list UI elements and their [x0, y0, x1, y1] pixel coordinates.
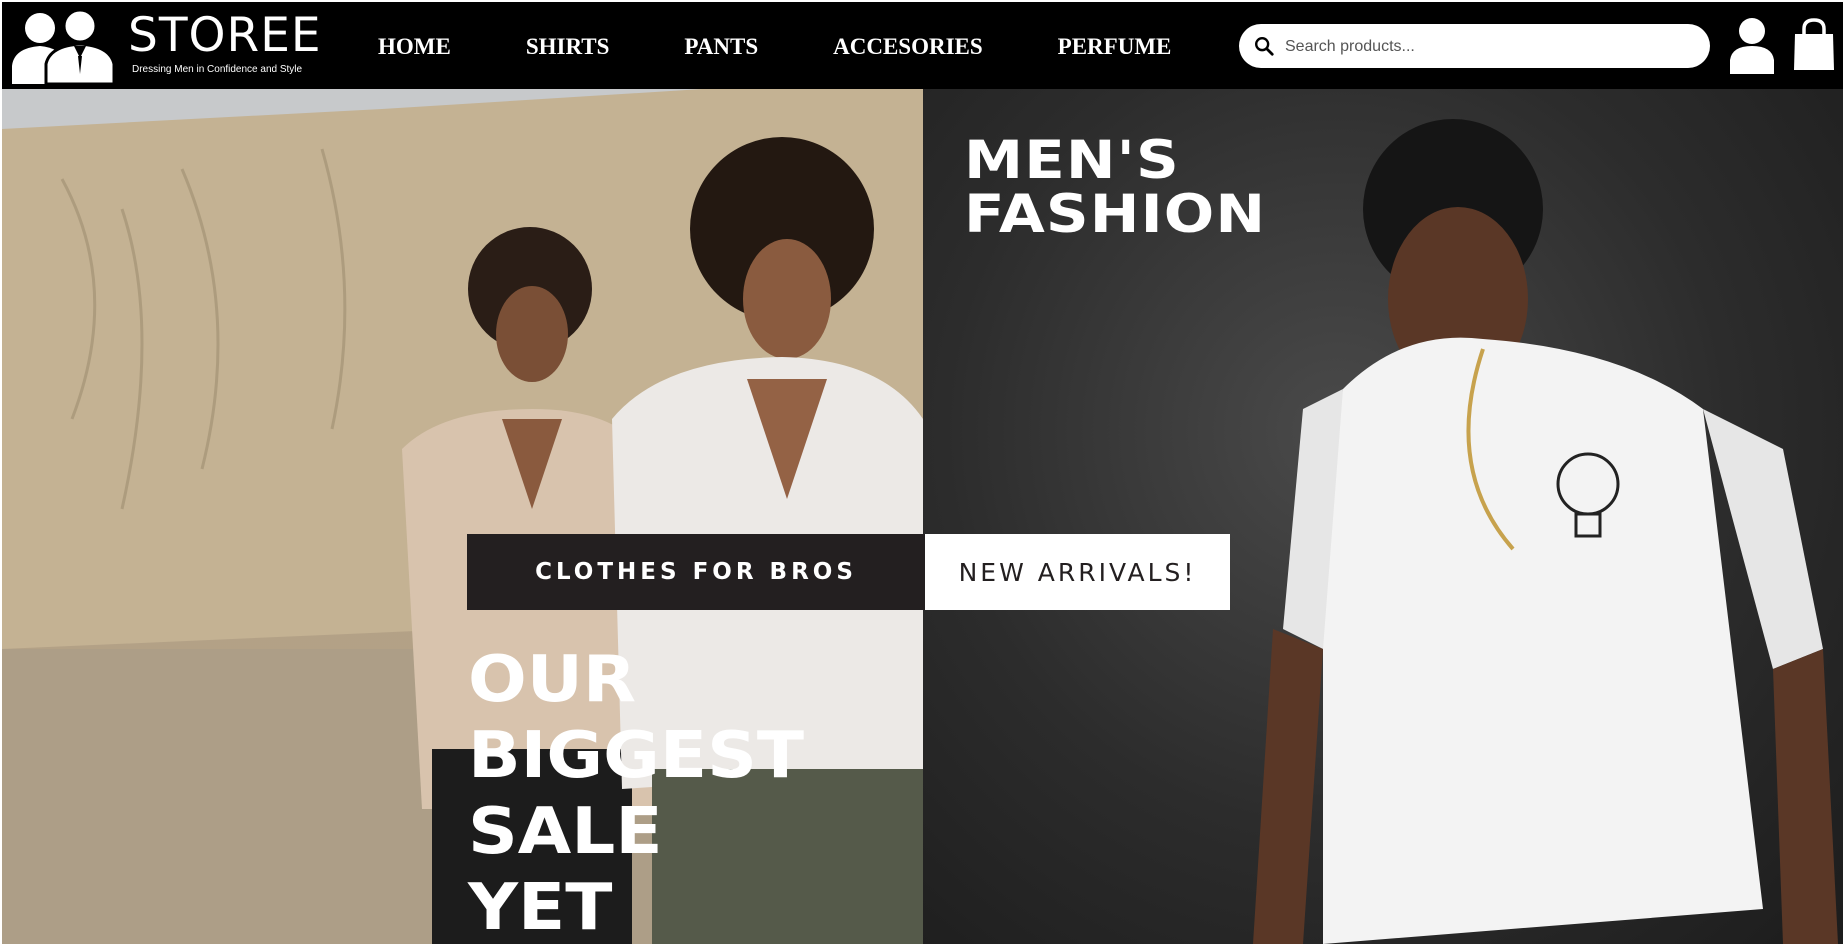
new-arrivals-button[interactable]: NEW ARRIVALS! — [925, 534, 1230, 610]
nav-item-pants[interactable]: PANTS — [684, 32, 758, 62]
hero-headline-line-2: FASHION — [964, 184, 1267, 245]
brand-name: STOREE — [128, 8, 322, 63]
page-frame: STOREE Dressing Men in Confidence and St… — [2, 2, 1843, 944]
brand-logo[interactable]: STOREE Dressing Men in Confidence and St… — [10, 8, 321, 84]
hero-banner: MEN'S FASHION CLOTHES FOR BROS NEW ARRIV… — [2, 89, 1843, 944]
nav-item-home[interactable]: HOME — [378, 32, 451, 62]
shopping-bag-icon[interactable] — [1792, 18, 1836, 72]
search-icon[interactable] — [1253, 35, 1275, 57]
brand-tagline: Dressing Men in Confidence and Style — [132, 64, 303, 75]
search-input[interactable] — [1283, 31, 1697, 63]
hero-headline: MEN'S FASHION — [964, 134, 1266, 242]
site-header: STOREE Dressing Men in Confidence and St… — [2, 2, 1843, 89]
main-nav: HOME SHIRTS PANTS ACCESORIES PERFUME — [378, 32, 1171, 62]
user-icon[interactable] — [1728, 16, 1776, 74]
clothes-for-bros-badge: CLOTHES FOR BROS — [467, 534, 925, 610]
sale-line-1: OUR — [468, 643, 637, 717]
nav-item-perfume[interactable]: PERFUME — [1058, 32, 1172, 62]
hero-headline-line-1: MEN'S — [964, 130, 1180, 191]
search-bar — [1239, 24, 1710, 68]
sale-line-3: SALE — [468, 795, 663, 869]
two-men-silhouette-icon — [12, 8, 116, 84]
sale-line-2: BIGGEST — [468, 719, 805, 793]
sale-heading: OUR BIGGEST SALE YET — [468, 642, 804, 944]
sale-line-4: YET — [468, 871, 613, 944]
nav-item-shirts[interactable]: SHIRTS — [526, 32, 610, 62]
nav-item-accesories[interactable]: ACCESORIES — [833, 32, 983, 62]
